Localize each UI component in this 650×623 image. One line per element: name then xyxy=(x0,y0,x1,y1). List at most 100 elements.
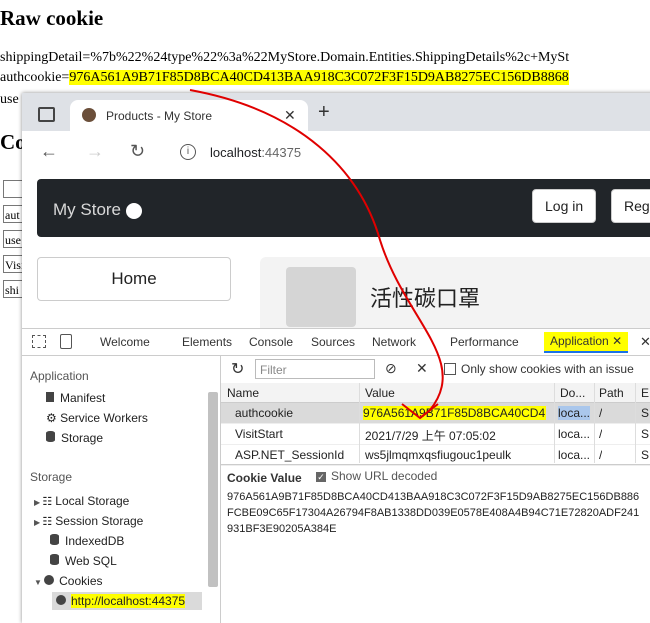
site-info-icon[interactable]: i xyxy=(180,144,196,160)
sidebar-item-web-sql[interactable]: Web SQL xyxy=(50,554,117,568)
login-button[interactable]: Log in xyxy=(532,189,597,223)
cookie-value: ws5jlmqmxqsfiugouc1peulk xyxy=(365,448,512,462)
register-button[interactable]: Reg xyxy=(611,189,650,223)
tab-network[interactable]: Network xyxy=(372,335,416,349)
browser-window: Products - My Store ✕ + ← → ↻ i localhos… xyxy=(22,93,650,623)
database-icon xyxy=(50,534,59,545)
authcookie-line: authcookie=976A561A9B71F85D8BCA40CD413BA… xyxy=(0,70,569,86)
table-row[interactable]: authcookie 976A561A9B71F85D8BCA40CD4... … xyxy=(221,403,650,424)
brand-text: My Store xyxy=(53,200,122,219)
sidebar-item-label: Session Storage xyxy=(55,514,144,528)
close-tab-icon[interactable]: ✕ xyxy=(612,334,622,348)
address-bar[interactable]: localhost:44375 xyxy=(210,145,301,160)
forward-icon[interactable]: → xyxy=(86,141,104,162)
close-devtools-icon[interactable]: ✕ xyxy=(640,334,650,350)
tab-title: Products - My Store xyxy=(106,109,213,123)
cookies-table-header: Name Value Do... Path E xyxy=(221,383,650,403)
sidebar-item-label: Manifest xyxy=(60,391,106,405)
cookie-value-text: 976A561A9B71F85D8BCA40CD413BAA918C3C072F… xyxy=(227,491,640,503)
sidebar-item-local-storage[interactable]: ▶ ☷ Local Storage xyxy=(34,494,129,508)
browser-tab[interactable]: Products - My Store ✕ xyxy=(70,100,308,131)
column-expires[interactable]: E xyxy=(641,386,649,400)
sidebar-item-indexeddb[interactable]: IndexedDB xyxy=(50,534,124,548)
only-issue-checkbox[interactable] xyxy=(444,363,456,375)
sidebar-scrollbar[interactable] xyxy=(208,392,218,587)
tab-application[interactable]: Application ✕ xyxy=(544,332,629,353)
sidebar-item-label: Cookies xyxy=(59,574,103,588)
sidebar-item-manifest[interactable]: Manifest xyxy=(46,391,105,405)
table-row[interactable]: VisitStart 2021/7/29 上午 07:05:02 loca...… xyxy=(221,424,650,445)
cookie-value-text: 931BF3E90205A384E xyxy=(227,523,337,535)
url-host: localhost xyxy=(210,145,262,160)
cookies-toolbar: ↻ Filter ⊘ ✕ Only show cookies with an i… xyxy=(221,356,650,384)
cookie-expires: S xyxy=(641,406,650,420)
sidebar-item-service-workers[interactable]: ⚙ Service Workers xyxy=(46,411,148,425)
show-url-decoded-label: Show URL decoded xyxy=(331,469,438,483)
cookie-value: 976A561A9B71F85D8BCA40CD4... xyxy=(363,406,546,420)
cookie-domain: loca... xyxy=(558,406,591,420)
inspect-element-icon[interactable] xyxy=(32,335,46,348)
sidebar-item-cookie-origin[interactable]: http://localhost:44375 xyxy=(52,592,202,610)
column-value[interactable]: Value xyxy=(365,386,395,400)
database-icon xyxy=(50,554,59,565)
show-url-decoded-toggle[interactable]: ✓ Show URL decoded xyxy=(316,469,437,483)
delete-selected-icon[interactable]: ✕ xyxy=(416,360,428,377)
column-domain[interactable]: Do... xyxy=(560,386,585,400)
site-content: My Store Log in Reg Home 活性碳口罩 xyxy=(22,175,650,337)
cookie-value-title: Cookie Value xyxy=(227,471,302,485)
back-icon[interactable]: ← xyxy=(40,141,58,162)
nav-bar: ← → ↻ i localhost:44375 xyxy=(22,131,650,176)
column-divider[interactable] xyxy=(359,383,360,463)
home-button[interactable]: Home xyxy=(37,257,231,301)
refresh-icon[interactable]: ↻ xyxy=(231,359,244,379)
table-cell: Visi xyxy=(3,255,23,273)
url-port: :44375 xyxy=(261,145,302,160)
cookie-icon xyxy=(44,575,55,585)
tab-sources[interactable]: Sources xyxy=(311,335,355,349)
cookie-name: authcookie xyxy=(235,406,294,420)
table-row[interactable]: ASP.NET_SessionId ws5jlmqmxqsfiugouc1peu… xyxy=(221,445,650,466)
column-name[interactable]: Name xyxy=(227,386,259,400)
cookie-icon xyxy=(56,595,66,605)
brand-logo[interactable]: My Store xyxy=(53,200,142,220)
sidebar-item-cookies[interactable]: ▼ Cookies xyxy=(34,574,103,588)
device-toolbar-icon[interactable] xyxy=(60,334,72,349)
cookie-value-text: FCBE09C65F17304A26794F8AB1338DD039E0578E… xyxy=(227,507,640,519)
tab-elements[interactable]: Elements xyxy=(182,335,232,349)
site-header: My Store Log in Reg xyxy=(37,179,650,237)
column-divider[interactable] xyxy=(635,383,636,463)
reload-icon[interactable]: ↻ xyxy=(130,141,145,162)
sidebar-item-storage[interactable]: Storage xyxy=(46,431,103,445)
product-image xyxy=(286,267,356,327)
cookie-value: 2021/7/29 上午 07:05:02 xyxy=(365,429,496,443)
sidebar-item-session-storage[interactable]: ▶ ☷ Session Storage xyxy=(34,514,143,528)
sidebar-item-label: Web SQL xyxy=(65,554,117,568)
sidebar-item-label: IndexedDB xyxy=(65,534,125,548)
tab-console[interactable]: Console xyxy=(249,335,293,349)
table-cell xyxy=(3,180,23,198)
clear-filtered-icon[interactable]: ⊘ xyxy=(385,360,397,377)
sidebar-item-label: Service Workers xyxy=(60,411,148,425)
grid-icon: ☷ xyxy=(42,516,56,528)
collapse-arrow-icon[interactable]: ▼ xyxy=(34,578,44,587)
column-path[interactable]: Path xyxy=(599,386,624,400)
only-issue-label: Only show cookies with an issue xyxy=(461,362,634,376)
cookie-name: VisitStart xyxy=(235,427,283,441)
cookie-path: / xyxy=(599,406,603,420)
grid-icon: ☷ xyxy=(42,496,56,508)
new-tab-icon[interactable]: + xyxy=(318,101,330,124)
tab-actions-icon[interactable] xyxy=(38,107,55,122)
cookie-domain: loca... xyxy=(558,448,591,462)
authcookie-value-highlight: 976A561A9B71F85D8BCA40CD413BAA918C3C072F… xyxy=(69,70,569,85)
tab-performance[interactable]: Performance xyxy=(450,335,519,349)
close-tab-icon[interactable]: ✕ xyxy=(284,107,296,124)
column-divider[interactable] xyxy=(594,383,595,463)
file-icon xyxy=(46,392,54,402)
checkbox-checked-icon: ✓ xyxy=(316,472,326,482)
page-title: Raw cookie xyxy=(0,6,104,30)
filter-input[interactable]: Filter xyxy=(255,359,375,379)
devtools-tab-bar: Welcome Elements Console Sources Network… xyxy=(22,329,650,356)
tab-welcome[interactable]: Welcome xyxy=(100,335,150,349)
column-divider[interactable] xyxy=(554,383,555,463)
mascot-icon xyxy=(125,202,142,219)
